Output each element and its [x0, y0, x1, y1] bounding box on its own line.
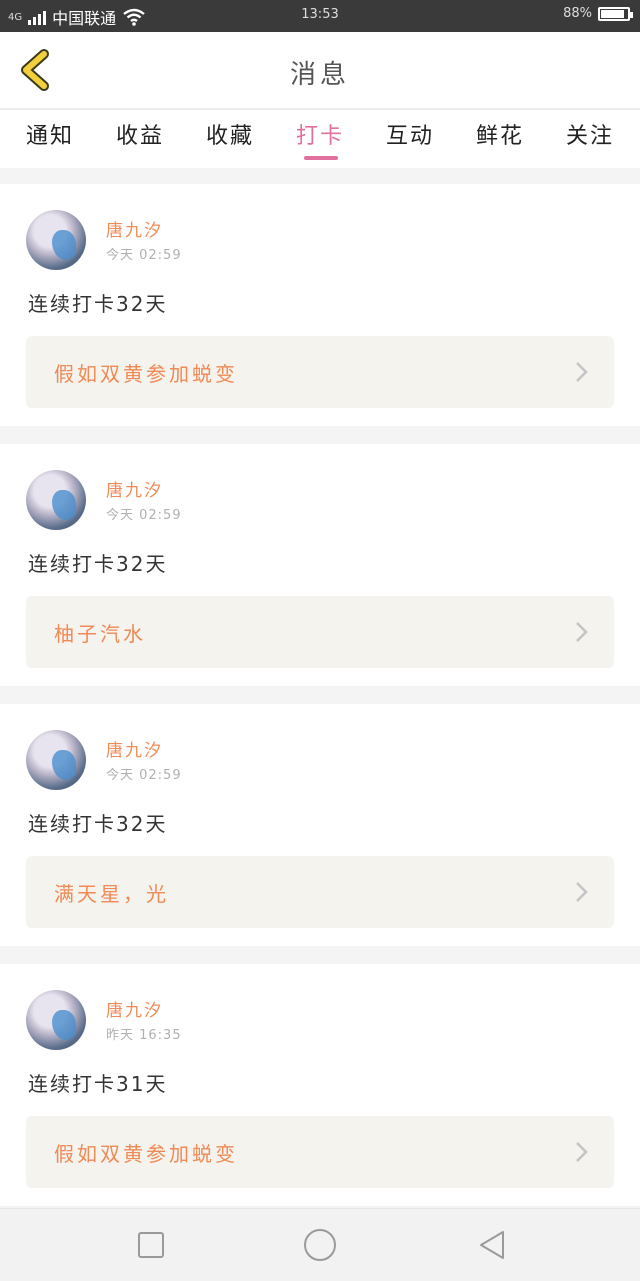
active-tab-indicator [304, 156, 338, 160]
diary-link-title: 柚子汽水 [54, 622, 146, 646]
diary-link[interactable]: 假如双黄参加蜕变 [26, 1116, 614, 1188]
tab-checkin-label: 打卡 [295, 124, 344, 149]
diary-link[interactable]: 满天星，光 [26, 856, 614, 928]
header: 消息 [0, 32, 640, 110]
list-item: 唐九汐 今天 02:59 连续打卡32天 满天星，光 [0, 704, 640, 946]
tab-earnings[interactable]: 收益 [100, 118, 180, 150]
timestamp: 今天 02:59 [106, 768, 182, 783]
status-bar: 4G 中国联通 13:53 88% [0, 0, 640, 32]
tab-bar: 通知 收益 收藏 打卡 互动 鲜花 关注 [0, 110, 640, 168]
battery-percent: 88% [563, 6, 592, 21]
timestamp: 今天 02:59 [106, 508, 182, 523]
battery-fill [601, 9, 624, 18]
username[interactable]: 唐九汐 [106, 736, 163, 761]
system-nav-bar [0, 1208, 640, 1281]
square-icon[interactable] [135, 1229, 167, 1261]
chevron-right-icon [576, 622, 588, 642]
chevron-right-icon [576, 882, 588, 902]
battery-icon [598, 6, 633, 21]
list-item: 唐九汐 今天 02:59 连续打卡32天 柚子汽水 [0, 444, 640, 686]
page-title: 消息 [289, 60, 350, 90]
avatar[interactable] [26, 470, 86, 530]
username[interactable]: 唐九汐 [106, 476, 163, 501]
checkin-text: 连续打卡32天 [28, 292, 168, 316]
diary-link-title: 假如双黄参加蜕变 [54, 1142, 238, 1166]
tab-favorites[interactable]: 收藏 [190, 118, 270, 150]
username[interactable]: 唐九汐 [106, 996, 163, 1021]
tab-follow[interactable]: 关注 [550, 118, 630, 150]
avatar[interactable] [26, 210, 86, 270]
tab-notice[interactable]: 通知 [10, 118, 90, 150]
avatar[interactable] [26, 730, 86, 790]
avatar[interactable] [26, 990, 86, 1050]
username[interactable]: 唐九汐 [106, 216, 163, 241]
timestamp: 昨天 16:35 [106, 1028, 182, 1043]
checkin-text: 连续打卡31天 [28, 1072, 168, 1096]
list-item: 唐九汐 昨天 16:35 连续打卡31天 假如双黄参加蜕变 [0, 964, 640, 1206]
diary-link[interactable]: 假如双黄参加蜕变 [26, 336, 614, 408]
status-right: 88% [563, 6, 633, 21]
status-time: 13:53 [301, 7, 339, 22]
timestamp: 今天 02:59 [106, 248, 182, 263]
list-item: 唐九汐 今天 02:59 连续打卡32天 假如双黄参加蜕变 [0, 184, 640, 426]
diary-link-title: 假如双黄参加蜕变 [54, 362, 238, 386]
tab-interact[interactable]: 互动 [370, 118, 450, 150]
checkin-text: 连续打卡32天 [28, 812, 168, 836]
chevron-right-icon [576, 362, 588, 382]
circle-icon[interactable] [302, 1227, 338, 1263]
diary-link[interactable]: 柚子汽水 [26, 596, 614, 668]
chevron-right-icon [576, 1142, 588, 1162]
diary-link-title: 满天星，光 [54, 882, 169, 906]
triangle-back-icon[interactable] [476, 1229, 508, 1261]
tab-checkin[interactable]: 打卡 [280, 118, 360, 160]
tab-flowers[interactable]: 鲜花 [460, 118, 540, 150]
checkin-text: 连续打卡32天 [28, 552, 168, 576]
